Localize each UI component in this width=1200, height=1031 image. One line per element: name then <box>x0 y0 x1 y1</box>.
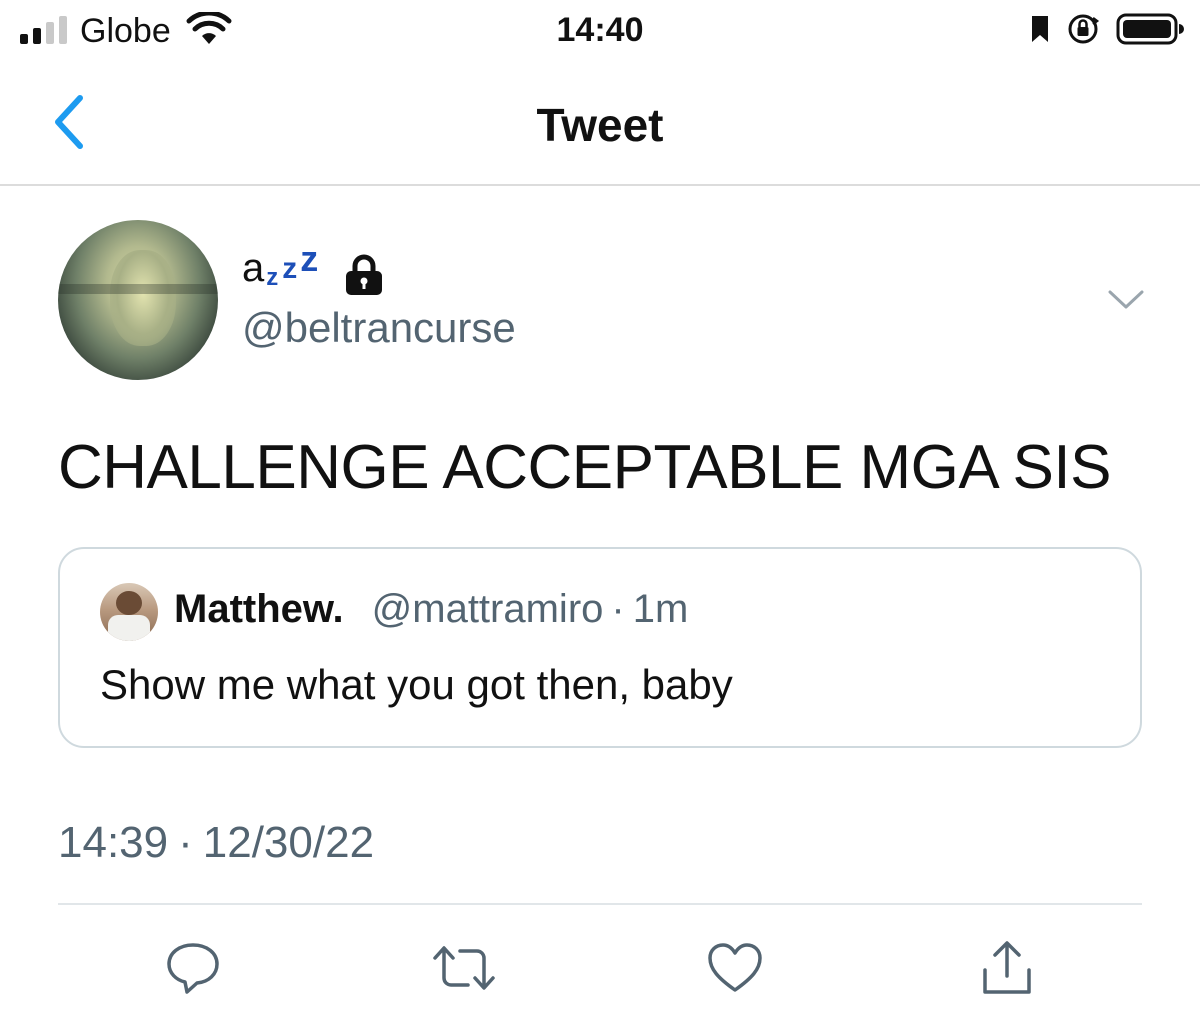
tweet-text: CHALLENGE ACCEPTABLE MGA SIS <box>58 433 1112 502</box>
quoted-tweet-age: 1m <box>632 587 689 631</box>
orientation-lock-icon <box>1066 12 1100 51</box>
battery-icon <box>1116 12 1184 51</box>
lock-icon <box>342 254 386 301</box>
status-bar: Globe 14:40 <box>0 0 1200 64</box>
quoted-tweet-text: Show me what you got then, baby <box>100 661 733 708</box>
reply-bubble-icon <box>167 943 219 994</box>
retweet-button[interactable] <box>432 936 496 1000</box>
more-options-button[interactable] <box>1106 288 1146 317</box>
tweet-date: 12/30/22 <box>202 818 375 867</box>
display-name-text: a <box>242 246 265 290</box>
tweet-timestamp: 14:39 · 12/30/22 <box>58 818 374 868</box>
navigation-bar: Tweet <box>0 64 1200 186</box>
retweet-icon <box>433 946 495 990</box>
chevron-down-icon <box>1108 290 1144 309</box>
share-button[interactable] <box>975 936 1039 1000</box>
timestamp-separator: · <box>178 818 193 867</box>
quoted-tweet-header: Matthew. @mattramiro · 1m <box>174 587 688 632</box>
quoted-author-name: Matthew. <box>174 587 344 631</box>
bookmark-status-icon <box>1030 14 1050 49</box>
zzz-emoji-icon: z z z <box>266 238 319 291</box>
status-time: 14:40 <box>556 11 644 49</box>
author-username[interactable]: @beltrancurse <box>242 304 516 352</box>
share-icon <box>983 941 1031 994</box>
author-display-name[interactable]: a z z z <box>242 238 386 301</box>
quoted-tweet-card[interactable]: Matthew. @mattramiro · 1m Show me what y… <box>58 547 1142 748</box>
page-title: Tweet <box>536 99 664 151</box>
heart-icon <box>708 943 762 992</box>
author-avatar[interactable] <box>58 220 218 380</box>
tweet-action-bar <box>0 930 1200 1010</box>
tweet-time: 14:39 <box>58 818 169 867</box>
status-icons <box>1030 12 1184 51</box>
divider <box>58 903 1142 905</box>
quoted-author-handle: @mattramiro <box>371 587 604 631</box>
quoted-separator: · <box>611 587 625 631</box>
reply-button[interactable] <box>161 936 225 1000</box>
like-button[interactable] <box>703 936 767 1000</box>
quoted-author-avatar <box>100 583 158 641</box>
